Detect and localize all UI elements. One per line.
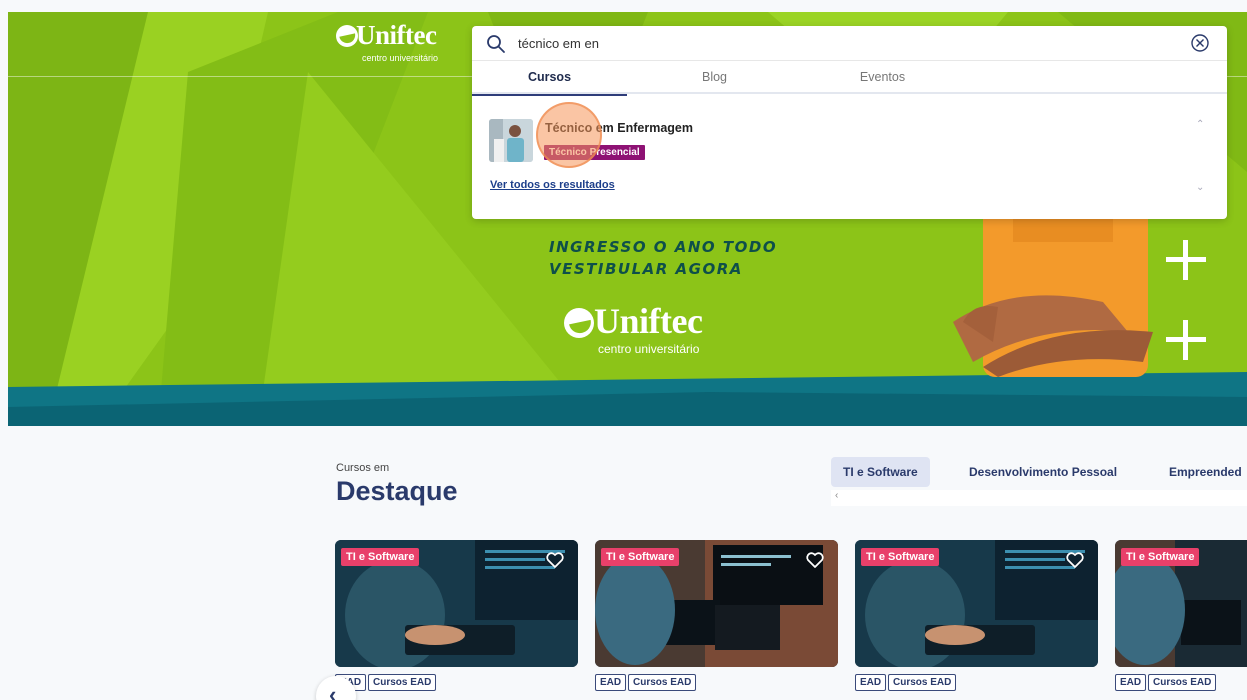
see-all-results-link[interactable]: Ver todos os resultados [490, 179, 615, 191]
heart-icon[interactable] [545, 550, 565, 570]
result-thumbnail [489, 119, 533, 162]
scroll-down-icon[interactable]: ⌄ [1196, 182, 1204, 193]
chevron-left-icon: ‹ [329, 682, 337, 700]
uniftec-logo[interactable]: Uniftec centro universitário [336, 20, 456, 70]
search-dropdown: Cursos Blog Eventos Técnico em Enfermage… [472, 26, 1227, 219]
page: Uniftec centro universitário INGRESSO O … [0, 0, 1247, 700]
heart-icon[interactable] [1065, 550, 1085, 570]
course-chip: Cursos EAD [888, 674, 957, 691]
category-tab-desenvolvimento-pessoal[interactable]: Desenvolvimento Pessoal [957, 457, 1129, 487]
clear-circle-icon[interactable] [1190, 33, 1210, 53]
result-title[interactable]: Técnico em Enfermagem [545, 121, 693, 135]
course-card[interactable]: TI e Software EAD Cursos EAD [1115, 540, 1247, 700]
tab-cursos[interactable]: Cursos [472, 61, 627, 96]
category-tab-empreendedorismo[interactable]: Empreended [1157, 457, 1247, 487]
promo-line-2: VESTIBULAR AGORA [549, 260, 743, 278]
promo-text: INGRESSO O ANO TODO VESTIBULAR AGORA [549, 236, 777, 280]
logo-subtitle: centro universitário [362, 53, 439, 63]
course-category-tag: TI e Software [601, 548, 680, 566]
course-chip: Cursos EAD [368, 674, 437, 691]
tab-blog[interactable]: Blog [637, 61, 792, 94]
search-result-item[interactable]: Técnico em Enfermagem Técnico Presencial [489, 119, 789, 165]
course-card[interactable]: TI e Software EAD Cursos EAD [335, 540, 578, 700]
section-kicker: Cursos em [336, 462, 390, 474]
plus-icon [1166, 240, 1206, 280]
category-tab-ti-software[interactable]: TI e Software [831, 457, 930, 487]
logo-mark-icon [336, 25, 358, 47]
banner-logo: Uniftec centro universitário [564, 301, 724, 366]
search-icon[interactable] [486, 34, 506, 54]
category-scrollbar[interactable]: ‹ [831, 490, 1247, 506]
scroll-up-icon[interactable]: ⌃ [1196, 119, 1204, 130]
scroll-left-icon[interactable]: ‹ [835, 490, 838, 501]
course-card[interactable]: TI e Software EAD Cursos EAD [855, 540, 1098, 700]
plus-icon [1166, 320, 1206, 360]
section-title: Destaque [336, 476, 458, 506]
result-badge: Técnico Presencial [544, 145, 645, 160]
course-chip: EAD [1115, 674, 1147, 691]
tab-eventos[interactable]: Eventos [805, 61, 960, 94]
course-category-tag: TI e Software [1121, 548, 1200, 566]
logo-mark-icon [564, 308, 594, 338]
course-category-tag: TI e Software [861, 548, 940, 566]
course-category-tag: TI e Software [341, 548, 420, 566]
course-card[interactable]: TI e Software EAD Cursos EAD [595, 540, 838, 700]
promo-line-1: INGRESSO O ANO TODO [549, 238, 778, 256]
banner-logo-wordmark: Uniftec [594, 301, 703, 341]
search-bar [472, 26, 1227, 61]
search-input[interactable] [518, 32, 1168, 54]
course-chip: Cursos EAD [628, 674, 697, 691]
course-chip: EAD [595, 674, 627, 691]
heart-icon[interactable] [805, 550, 825, 570]
person-illustration [953, 202, 1153, 377]
banner-logo-subtitle: centro universitário [598, 342, 700, 356]
course-chip: Cursos EAD [1148, 674, 1217, 691]
search-tabs: Cursos Blog Eventos [472, 61, 1227, 96]
logo-wordmark: Uniftec [356, 20, 437, 50]
course-chip: EAD [855, 674, 887, 691]
